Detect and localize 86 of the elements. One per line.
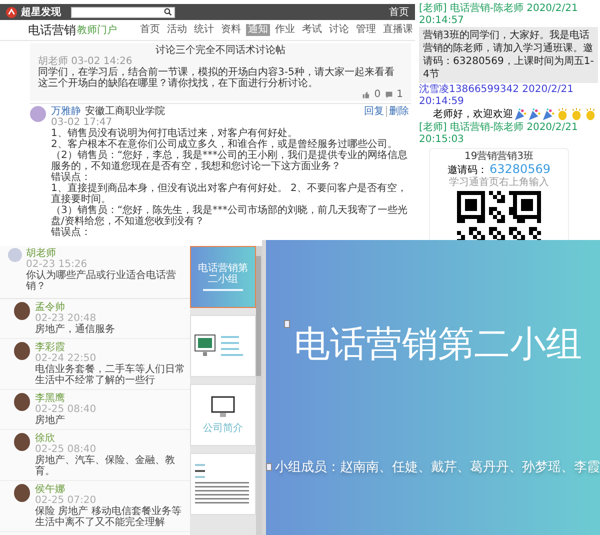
author-name: 徐欣 [35,433,56,444]
thumbnail-title: 电话营销第二小组 [197,262,249,284]
nav-tab[interactable]: 管理 [354,24,378,36]
reply-time: 03-02 17:47 [51,117,114,128]
message-bubble: 营销3班的同学们，大家好。我是电话营销的陈老师，请加入学习通班课。邀请码：63280569，上课时间为周五1-4节 [419,27,598,83]
search-icon [164,8,172,16]
message-header: [老师] 电话营销-陈老师 2020/2/21 20:14:57 [419,3,579,27]
author-name: 孟令帅 [35,302,66,313]
reply-action-link[interactable]: 删除 [386,106,411,117]
class-name: 19营销营销3班 [463,151,535,163]
post-time: 02-24 22:50 [35,353,98,364]
reply-paragraph: 1、直接提到商品本身，但没有说出对客户有何好处。 2、不要问客户是否有空，直接要时间。 [51,183,407,205]
comment-count: 1 [396,89,403,100]
nav-tab[interactable]: 资料 [219,24,243,36]
avatar [8,248,22,262]
post-title: 讨论三个完全不同话术讨论帖 [154,45,286,56]
text-line [203,288,243,292]
nav-tab[interactable]: 讨论 [327,24,351,36]
comment-icon [384,90,393,98]
slide-thumbnail[interactable] [190,315,256,377]
post-time: 02-23 15:26 [26,259,88,270]
avatar [14,433,30,451]
message-header: 沈雪凌13866599342 2020/2/21 20:14:59 [419,84,574,108]
top-link[interactable]: 首页 [389,6,409,18]
reply-paragraph: 2、客户根本不在意你们公司成立多久，和谁合作，或是曾经服务过哪些公司。 [51,139,398,150]
author-name: 侯午娜 [35,484,66,495]
clapping-hands-icon [556,108,569,121]
search-field[interactable] [71,6,175,18]
message-header: [老师] 电话营销-陈老师 2020/2/21 20:15:03 [419,122,579,146]
post-body: 同学们，在学习后，结合前一节课，模拟的开场白内容3-5种，请大家一起来看看这三个开场白的缺陷在哪里？请你找找，在下面进行分析讨论。 [38,67,396,89]
nav-tab[interactable]: 直播课 [381,24,415,36]
reply-text: 保险 房地产 移动电信套餐业务等生活中离不了又不能完全理解 [35,506,182,528]
course-title: 电话营销 [28,24,76,36]
monitor-icon [211,396,235,418]
thumbnail-caption: 公司简介 [203,422,243,434]
post-time: 02-23 20:48 [35,313,98,324]
reply-text: 房地产，通信服务 [35,324,115,335]
clapping-hands-icon [570,108,583,121]
nav-tab[interactable]: 首页 [138,24,162,36]
code-label: 邀请码： [447,165,488,176]
nav-tab[interactable]: 统计 [192,24,216,36]
portal-label: 教师门户 [77,24,117,36]
post-time: 02-25 08:40 [35,444,98,455]
author-name: 李黑鹰 [35,393,66,404]
reply-text: 电信业务套餐，二手车等人们日常生活中不经常了解的一些行 [35,364,186,386]
party-popper-icon [514,108,527,121]
reply-paragraph: 1、销售员没有说明为何打电话过来，对客户有何好处。 [51,128,298,139]
resize-handle[interactable] [284,320,290,328]
message-text: 老师好，欢迎欢迎 [433,108,513,120]
party-popper-icon [528,108,541,121]
nav-tab[interactable]: 考试 [300,24,324,36]
nav-tab[interactable]: 活动 [165,24,189,36]
slide-title: 电话营销第二小组 [294,323,582,367]
author-name: 胡老师 [26,248,57,259]
invite-hint: 学习通首页右上角输入 [448,177,550,189]
question-text: 你认为哪些产品或行业适合电话营销？ [26,270,177,292]
author-name: 李彩霞 [35,342,66,353]
scrollbar-thumb[interactable] [256,256,261,376]
reply-action-link[interactable]: 回复 [362,106,386,117]
reply-text: 房地产 [35,415,66,426]
site-logo: 超星发现 [21,6,61,18]
reply-author: 万雅静 [51,106,81,117]
party-popper-icon [542,108,555,121]
post-time: 02-25 08:40 [35,404,96,415]
avatar [14,484,30,502]
like-count: 0 [374,89,381,100]
reply-text: 房地产、汽车、保险、金融、教育。 [35,455,176,477]
slide-thumbnail[interactable] [190,453,256,515]
post-time: 02-25 07:20 [35,495,98,506]
invite-code: 63280569 [489,163,551,175]
avatar [14,393,30,411]
reply-paragraph: 错误点： [51,227,92,238]
reply-paragraph: （3）销售员：“您好，陈先生，我是***公司市场部的刘晓，前几天我寄了一些光盘/资料给您，不知道您收到没有？ [51,205,409,227]
thumbs-up-icon [362,90,370,98]
nav-tab[interactable]: 作业 [273,24,297,36]
reply-school: 安徽工商职业学院 [85,106,165,117]
post-meta: 胡老师 03-02 14:26 [38,56,132,67]
avatar [14,342,30,360]
avatar [14,302,30,320]
reply-paragraph: （2）销售员：“您好，李总，我是***公司的王小刚，我们是提供专业的网络信息服务的，不知道您现在是否有空，我想和您讨论一下这方面业务？ [51,150,409,172]
logo-icon [6,6,17,18]
avatar [30,106,46,122]
clapping-hands-icon [584,108,597,121]
reply-paragraph: 错误点： [51,172,92,183]
slide-members: 小组成员：赵南南、任婕、戴芹、葛丹丹、孙梦瑶、李霞 [275,459,600,476]
resize-handle[interactable] [266,463,272,471]
